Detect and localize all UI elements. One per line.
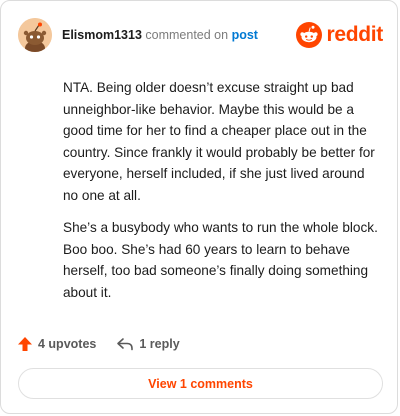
- brand-wordmark: reddit: [326, 23, 383, 46]
- upvote-arrow-icon: [18, 337, 32, 351]
- comment-footer: 4 upvotes 1 reply: [17, 334, 180, 354]
- post-link[interactable]: post: [232, 28, 258, 42]
- username[interactable]: Elismom1313: [62, 28, 142, 42]
- upvote-button[interactable]: 4 upvotes: [17, 336, 96, 352]
- comment-body: NTA. Being older doesn’t excuse straight…: [63, 77, 383, 314]
- upvote-count: 4 upvotes: [38, 337, 97, 351]
- snoo-avatar-icon: [18, 18, 52, 52]
- byline: Elismom1313 commented on post: [62, 28, 258, 42]
- reddit-logo-icon: [296, 22, 323, 48]
- reddit-brand[interactable]: reddit: [296, 22, 383, 48]
- reply-arrow-icon: [117, 338, 134, 351]
- view-comments-button[interactable]: View 1 comments: [18, 368, 383, 399]
- reply-count: 1 reply: [139, 337, 180, 351]
- user-avatar[interactable]: [18, 18, 52, 52]
- action-text: commented on: [145, 28, 229, 42]
- comment-paragraph: She’s a busybody who wants to run the wh…: [63, 220, 378, 300]
- comment-paragraph: NTA. Being older doesn’t excuse straight…: [63, 80, 375, 203]
- comment-card: Elismom1313 commented on post reddit NTA…: [0, 0, 398, 414]
- reply-button[interactable]: 1 reply: [116, 336, 180, 352]
- comment-header: Elismom1313 commented on post reddit: [18, 17, 383, 53]
